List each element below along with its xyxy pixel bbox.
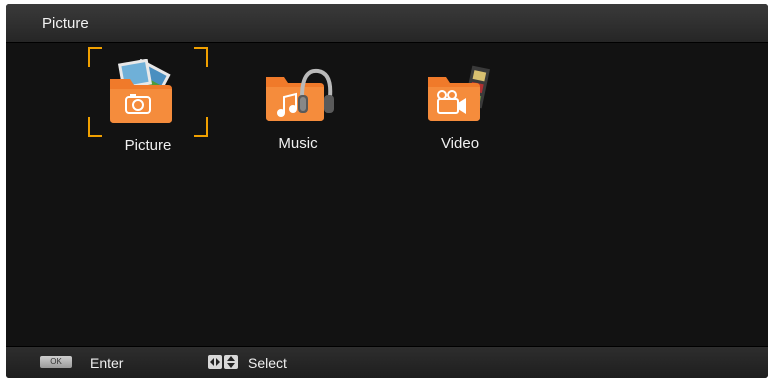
selection-corner [88, 117, 102, 137]
selection-corner [194, 117, 208, 137]
menu-item-label: Picture [124, 137, 172, 154]
selection-corner [194, 47, 208, 67]
music-folder-icon [266, 68, 334, 121]
page-title: Picture [42, 15, 89, 32]
menu-item-music[interactable]: Music [238, 47, 358, 157]
enter-hint: Enter [90, 355, 124, 371]
menu-item-video[interactable]: Video [400, 47, 520, 157]
ok-key-icon: OK [40, 356, 72, 368]
title-bar: Picture [6, 4, 768, 43]
up-down-arrows-icon [224, 355, 238, 369]
picture-folder-icon [110, 59, 172, 123]
menu-item-picture[interactable]: Picture [88, 47, 208, 157]
footer-hints: OK Enter Select [6, 346, 768, 378]
media-menu: Picture Music Video [6, 43, 768, 347]
media-window: Picture Picture Music Video OK Enter Sel… [6, 4, 768, 378]
video-folder-icon [428, 65, 490, 121]
left-right-arrows-icon [208, 355, 222, 369]
selection-corner [88, 47, 102, 67]
menu-item-label: Music [278, 135, 318, 152]
menu-item-label: Video [440, 135, 480, 152]
select-hint: Select [248, 355, 287, 371]
